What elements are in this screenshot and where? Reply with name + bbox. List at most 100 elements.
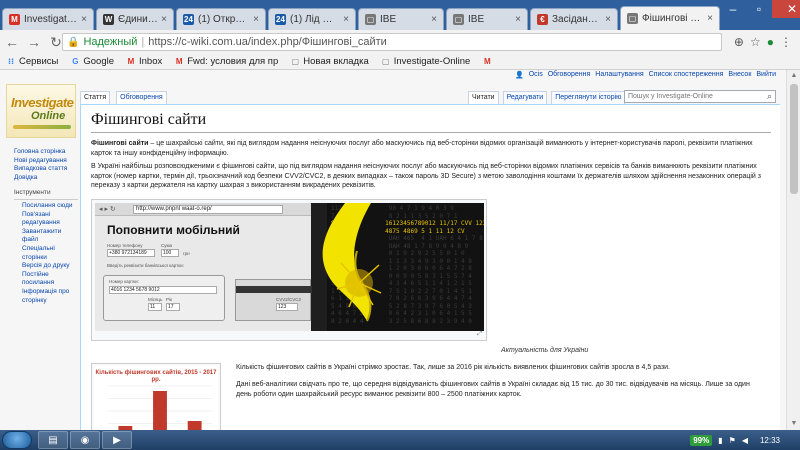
menu-icon[interactable]: ⋮ [780, 35, 792, 49]
bookmark-label: Inbox [139, 56, 163, 67]
tab-close-icon[interactable]: × [161, 14, 167, 25]
enlarge-icon[interactable]: ⤢ [477, 331, 482, 338]
tab-discussion[interactable]: Обговорення [116, 91, 167, 104]
chrome-icon[interactable]: ◉ [70, 431, 100, 449]
tab-close-icon[interactable]: × [343, 14, 349, 25]
tab-edit[interactable]: Редагувати [502, 91, 548, 104]
sidebar-nav-link[interactable]: Головна сторінка [14, 148, 78, 157]
browser-tabstrip: MInvestigate-onl×WЄдиний гаманє×24(1) От… [0, 0, 800, 30]
browser-tab[interactable]: M Investigate-onl× [2, 8, 94, 30]
bookmark-item[interactable]: G Google [70, 56, 114, 67]
browser-tab-title: IBE [468, 14, 485, 25]
fake-phone-label: Номер телефону [107, 243, 143, 248]
phishing-image: ◂ ▸ ↻ http://www.pnpnl waat-o.rep/ Попов… [95, 203, 484, 331]
tab-close-icon[interactable]: × [515, 14, 521, 25]
sidebar-tool-link[interactable]: Завантажити файл [14, 228, 78, 245]
growth-paragraph: Кількість фішингових сайтів в Україні ст… [236, 364, 671, 371]
bookmark-label: Сервисы [19, 56, 59, 67]
sidebar-nav-link[interactable]: Нові редагування [14, 157, 78, 166]
browser-tab[interactable]: 24 (1) Лід №2184× [268, 8, 356, 30]
bookmark-label: Новая вкладка [303, 56, 369, 67]
bookmark-item[interactable]: ▢ Investigate-Online [381, 56, 470, 67]
extension-icon[interactable]: ● [767, 35, 774, 49]
intro-paragraph: Фішингові сайти – це шахрайські сайти, я… [91, 139, 771, 158]
phishing-chart[interactable]: Кількість фішингових сайтів, 2015 - 2017… [91, 363, 221, 430]
browser-tab[interactable]: ▢ Фішингові сайти× [620, 6, 720, 30]
tab-history[interactable]: Переглянути історію [551, 91, 626, 104]
forward-button[interactable]: → [24, 32, 44, 52]
browser-tab-title: (1) Лід №2184 [290, 14, 340, 25]
chart-title: Кількість фішингових сайтів, 2015 - 2017… [95, 370, 217, 383]
sidebar: Головна сторінка Нові редагування Випадков… [14, 148, 78, 305]
flag-icon[interactable]: ⚑ [729, 436, 736, 445]
scroll-down-icon[interactable]: ▼ [787, 418, 800, 430]
bookmark-item[interactable]: ▢ Новая вкладка [290, 56, 368, 67]
logo-line1: Investigate [11, 95, 74, 110]
personal-link[interactable]: Обговорення [548, 71, 591, 79]
site-logo[interactable]: Investigate Online [6, 84, 76, 138]
wiki-search-input[interactable]: Пошук у Investigate-Online ⌕ [624, 90, 776, 103]
bookmark-star-icon[interactable]: ☆ [750, 35, 761, 49]
tab-close-icon[interactable]: × [707, 13, 713, 24]
bookmark-item[interactable]: M Inbox [126, 56, 163, 67]
tab-read[interactable]: Читати [468, 91, 499, 104]
tab-close-icon[interactable]: × [81, 14, 87, 25]
window-close-button[interactable]: ✕ [772, 0, 800, 18]
tab-close-icon[interactable]: × [253, 14, 259, 25]
chart-image: Кількість фішингових сайтів, 2015 - 2017… [94, 366, 218, 430]
zoom-icon[interactable]: ⊕ [734, 35, 744, 49]
bookmark-item[interactable]: M [482, 57, 495, 67]
gmail-icon: M [127, 57, 135, 66]
scrollbar-thumb[interactable] [790, 84, 798, 194]
google-icon: G [72, 57, 79, 66]
personal-link[interactable]: Налаштування [595, 71, 643, 79]
search-icon[interactable]: ⌕ [767, 91, 772, 102]
page-icon: ▢ [453, 14, 464, 25]
browser-tab[interactable]: W Єдиний гаманє× [96, 8, 174, 30]
volume-icon[interactable]: ◀ [742, 436, 748, 445]
user-icon: 👤 [514, 72, 524, 79]
tab-article[interactable]: Стаття [80, 91, 111, 104]
page-scrollbar[interactable]: ▲ ▼ [786, 70, 800, 430]
minimize-button[interactable]: – [720, 0, 746, 18]
tab-close-icon[interactable]: × [431, 14, 437, 25]
search-placeholder: Пошук у Investigate-Online [628, 93, 713, 100]
address-bar[interactable]: 🔒 Надежный | https://c-wiki.com.ua/index… [62, 33, 722, 51]
sidebar-nav-link[interactable]: Випадкова стаття [14, 165, 78, 174]
sidebar-tool-link[interactable]: Інформація про сторінку [14, 288, 78, 305]
maximize-button[interactable]: ▫ [746, 0, 772, 18]
start-button[interactable] [2, 431, 32, 449]
page-curl-graphic [322, 203, 385, 331]
battery-indicator[interactable]: 99% [690, 434, 713, 446]
scroll-up-icon[interactable]: ▲ [787, 70, 800, 82]
browser-tab[interactable]: € Засідання ФБР× [530, 8, 618, 30]
personal-link[interactable]: Ocis [529, 71, 543, 79]
fake-card-number: 4016 1234 5678 9012 [109, 286, 217, 294]
media-icon[interactable]: ▶ [102, 431, 132, 449]
tab-close-icon[interactable]: × [605, 14, 611, 25]
phishing-figure[interactable]: ◂ ▸ ↻ http://www.pnpnl waat-o.rep/ Попов… [91, 199, 487, 341]
chart-bar [153, 391, 167, 430]
sidebar-tool-link[interactable]: Спеціальні сторінки [14, 245, 78, 262]
fake-month-field: 11 [148, 303, 162, 311]
browser-tab[interactable]: 24 (1) Открытие р× [176, 8, 266, 30]
gmail-icon: M [483, 57, 491, 66]
personal-link[interactable]: Список спостереження [649, 71, 724, 79]
browser-tab[interactable]: ▢ IBE × [446, 8, 528, 30]
sidebar-tool-link[interactable]: Пов'язані редагування [14, 211, 78, 228]
sidebar-nav-link[interactable]: Довідка [14, 174, 78, 183]
sidebar-tool-link[interactable]: Посилання сюди [14, 202, 78, 211]
bookmark-item[interactable]: M Fwd: условия для пр [174, 56, 278, 67]
network-icon[interactable]: ▮ [718, 436, 722, 445]
back-button[interactable]: ← [2, 32, 22, 52]
sidebar-tool-link[interactable]: Версія до друку [14, 262, 78, 271]
sidebar-tool-link[interactable]: Постійне посилання [14, 271, 78, 288]
bookmark-item[interactable]: ⁝⁝ Сервисы [6, 56, 58, 67]
personal-link[interactable]: Вийти [756, 71, 776, 79]
clock[interactable]: 12:33 [760, 436, 780, 445]
explorer-icon[interactable]: ▤ [38, 431, 68, 449]
browser-tab[interactable]: ▢ IBE × [358, 8, 444, 30]
browser-tab-title: IBE [380, 14, 397, 25]
figure-caption: Актуальність для України [501, 347, 589, 354]
personal-link[interactable]: Внесок [728, 71, 751, 79]
